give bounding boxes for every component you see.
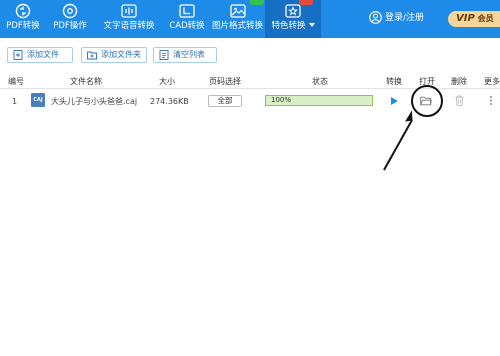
annotation-circle bbox=[411, 85, 443, 117]
annotation-arrow-line bbox=[383, 119, 413, 171]
app-window: PDF转换 PDF操作 文字语音转换 CAD转换 图片格式转换 特色转换 登录/… bbox=[0, 0, 500, 356]
annotation-arrow-head bbox=[405, 110, 413, 122]
annotation-overlay bbox=[383, 85, 443, 171]
